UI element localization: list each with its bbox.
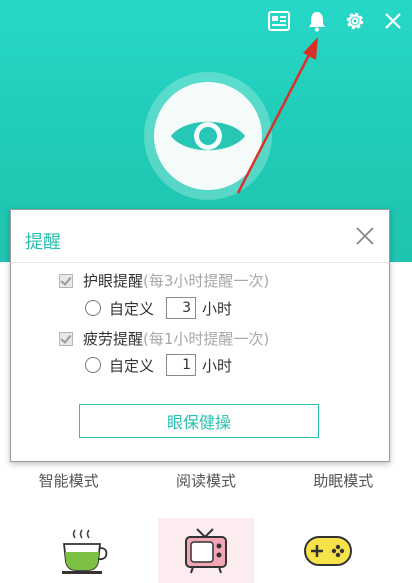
news-icon[interactable] <box>266 8 292 34</box>
close-icon[interactable] <box>353 224 377 248</box>
mode-tabs: 智能模式 阅读模式 助眠模式 <box>0 470 412 491</box>
eye-reminder-row: 护眼提醒 (每3小时提醒一次) <box>59 270 269 291</box>
fatigue-custom-label: 自定义 <box>109 356 155 375</box>
tv-icon[interactable] <box>158 518 254 583</box>
eye-custom-radio[interactable] <box>85 300 101 316</box>
eye-custom-label: 自定义 <box>109 299 155 318</box>
fatigue-custom-row: 自定义 1 小时 <box>85 354 232 376</box>
gamepad-icon[interactable] <box>280 518 376 583</box>
eye-interval-unit: 小时 <box>202 299 233 318</box>
eye-reminder-label: 护眼提醒 <box>83 272 144 290</box>
eye-logo <box>154 82 262 190</box>
mode-reading[interactable]: 阅读模式 <box>146 470 266 491</box>
mode-icons-row <box>0 518 412 583</box>
fatigue-reminder-label: 疲劳提醒 <box>83 330 144 348</box>
eye-reminder-hint: (每3小时提醒一次) <box>143 272 270 290</box>
fatigue-interval-input[interactable]: 1 <box>166 354 197 376</box>
fatigue-custom-radio[interactable] <box>85 357 101 373</box>
eye-reminder-checkbox[interactable] <box>59 273 73 288</box>
fatigue-reminder-hint: (每1小时提醒一次) <box>143 330 270 348</box>
eye-interval-input[interactable]: 3 <box>166 297 197 319</box>
tea-cup-icon[interactable] <box>35 518 131 583</box>
divider <box>11 262 389 263</box>
fatigue-reminder-checkbox[interactable] <box>59 331 73 346</box>
eye-icon <box>171 121 245 151</box>
bell-icon[interactable] <box>304 8 330 34</box>
eye-exercise-button[interactable]: 眼保健操 <box>79 404 319 438</box>
reminder-popup: 提醒 护眼提醒 (每3小时提醒一次) 自定义 3 小时 疲劳提醒 (每1小时提醒… <box>10 209 390 462</box>
gear-icon[interactable] <box>342 8 368 34</box>
top-toolbar <box>266 8 406 34</box>
fatigue-reminder-row: 疲劳提醒 (每1小时提醒一次) <box>59 328 269 349</box>
close-icon[interactable] <box>380 8 406 34</box>
popup-title: 提醒 <box>25 232 61 253</box>
eye-custom-row: 自定义 3 小时 <box>85 297 232 319</box>
fatigue-interval-unit: 小时 <box>202 356 233 375</box>
mode-sleep[interactable]: 助眠模式 <box>283 470 403 491</box>
mode-smart[interactable]: 智能模式 <box>9 470 129 491</box>
